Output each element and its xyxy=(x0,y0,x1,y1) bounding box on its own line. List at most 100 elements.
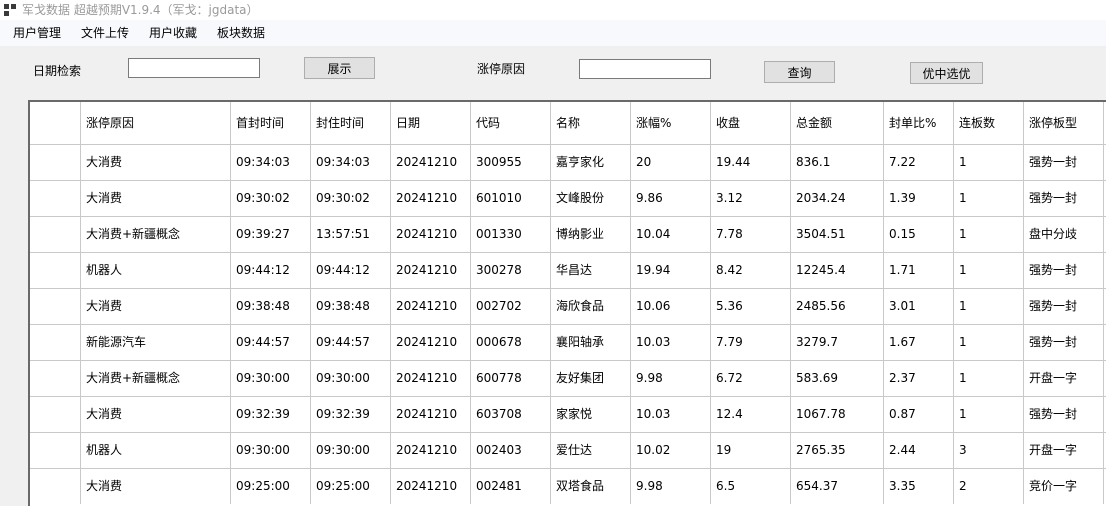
row-header[interactable] xyxy=(30,253,81,288)
cell-code[interactable]: 601010 xyxy=(471,181,551,216)
cell-change-pct[interactable]: 19.94 xyxy=(631,253,711,288)
table-row[interactable]: 大消费 09:38:48 09:38:48 20241210 002702 海欣食品 10.… xyxy=(30,288,1106,324)
cell-streak[interactable]: 1 xyxy=(954,289,1024,324)
cell-close[interactable]: 8.42 xyxy=(711,253,791,288)
cell-reason[interactable]: 大消费 xyxy=(81,289,231,324)
cell-change-pct[interactable]: 10.03 xyxy=(631,325,711,360)
cell-close[interactable]: 5.36 xyxy=(711,289,791,324)
table-row[interactable]: 大消费 09:32:39 09:32:39 20241210 603708 家家悦 10.0… xyxy=(30,396,1106,432)
column-header-board-type[interactable]: 涨停板型 xyxy=(1024,102,1104,144)
cell-amount[interactable]: 3279.7 xyxy=(791,325,884,360)
cell-date[interactable]: 20241210 xyxy=(391,289,471,324)
cell-seal-time[interactable]: 09:44:12 xyxy=(311,253,391,288)
cell-reason[interactable]: 大消费+新疆概念 xyxy=(81,217,231,252)
cell-amount[interactable]: 2485.56 xyxy=(791,289,884,324)
cell-change-pct[interactable]: 9.98 xyxy=(631,469,711,504)
cell-streak[interactable]: 2 xyxy=(954,469,1024,504)
limit-reason-input[interactable] xyxy=(579,59,711,79)
cell-amount[interactable]: 3504.51 xyxy=(791,217,884,252)
cell-reason[interactable]: 大消费+新疆概念 xyxy=(81,361,231,396)
cell-seal-time[interactable]: 09:34:03 xyxy=(311,145,391,180)
cell-seal-time[interactable]: 13:57:51 xyxy=(311,217,391,252)
cell-board-type[interactable]: 强势一封 xyxy=(1024,253,1104,288)
table-row[interactable]: 机器人 09:44:12 09:44:12 20241210 300278 华昌达 19.9… xyxy=(30,252,1106,288)
row-header[interactable] xyxy=(30,397,81,432)
cell-seal-ratio[interactable]: 1.71 xyxy=(884,253,954,288)
cell-seal-time[interactable]: 09:25:00 xyxy=(311,469,391,504)
cell-name[interactable]: 家家悦 xyxy=(551,397,631,432)
menu-user-management[interactable]: 用户管理 xyxy=(13,25,61,41)
cell-first-seal-time[interactable]: 09:38:48 xyxy=(231,289,311,324)
table-row[interactable]: 大消费+新疆概念 09:30:00 09:30:00 20241210 600778 友好… xyxy=(30,360,1106,396)
table-row[interactable]: 新能源汽车 09:44:57 09:44:57 20241210 000678 襄阳轴承 1… xyxy=(30,324,1106,360)
cell-close[interactable]: 19 xyxy=(711,433,791,468)
cell-amount[interactable]: 12245.4 xyxy=(791,253,884,288)
cell-name[interactable]: 海欣食品 xyxy=(551,289,631,324)
cell-seal-time[interactable]: 09:30:00 xyxy=(311,433,391,468)
cell-date[interactable]: 20241210 xyxy=(391,397,471,432)
cell-board-type[interactable]: 盘中分歧 xyxy=(1024,217,1104,252)
cell-code[interactable]: 002702 xyxy=(471,289,551,324)
stock-data-grid[interactable]: 涨停原因 首封时间 封住时间 日期 代码 名称 涨幅% 收盘 总金额 封单比% 连板数 涨停板型 大消… xyxy=(28,100,1106,506)
cell-seal-time[interactable]: 09:30:00 xyxy=(311,361,391,396)
cell-reason[interactable]: 大消费 xyxy=(81,181,231,216)
cell-amount[interactable]: 836.1 xyxy=(791,145,884,180)
cell-date[interactable]: 20241210 xyxy=(391,469,471,504)
row-header[interactable] xyxy=(30,433,81,468)
cell-board-type[interactable]: 强势一封 xyxy=(1024,181,1104,216)
cell-change-pct[interactable]: 10.03 xyxy=(631,397,711,432)
cell-board-type[interactable]: 竞价一字 xyxy=(1024,469,1104,504)
column-header-streak[interactable]: 连板数 xyxy=(954,102,1024,144)
cell-amount[interactable]: 654.37 xyxy=(791,469,884,504)
cell-code[interactable]: 002481 xyxy=(471,469,551,504)
table-row[interactable]: 大消费 09:25:00 09:25:00 20241210 002481 双塔食品 9.9… xyxy=(30,468,1106,504)
cell-change-pct[interactable]: 10.02 xyxy=(631,433,711,468)
date-search-input[interactable] xyxy=(128,58,260,78)
cell-date[interactable]: 20241210 xyxy=(391,181,471,216)
cell-date[interactable]: 20241210 xyxy=(391,253,471,288)
cell-close[interactable]: 12.4 xyxy=(711,397,791,432)
cell-date[interactable]: 20241210 xyxy=(391,145,471,180)
cell-seal-time[interactable]: 09:38:48 xyxy=(311,289,391,324)
cell-code[interactable]: 300278 xyxy=(471,253,551,288)
cell-seal-time[interactable]: 09:30:02 xyxy=(311,181,391,216)
menu-file-upload[interactable]: 文件上传 xyxy=(81,25,129,41)
row-header[interactable] xyxy=(30,181,81,216)
cell-board-type[interactable]: 开盘一字 xyxy=(1024,361,1104,396)
cell-seal-ratio[interactable]: 7.22 xyxy=(884,145,954,180)
cell-reason[interactable]: 机器人 xyxy=(81,253,231,288)
cell-close[interactable]: 3.12 xyxy=(711,181,791,216)
column-header-close[interactable]: 收盘 xyxy=(711,102,791,144)
column-header-change-pct[interactable]: 涨幅% xyxy=(631,102,711,144)
cell-first-seal-time[interactable]: 09:30:02 xyxy=(231,181,311,216)
cell-name[interactable]: 爱仕达 xyxy=(551,433,631,468)
table-row[interactable]: 机器人 09:30:00 09:30:00 20241210 002403 爱仕达 10.0… xyxy=(30,432,1106,468)
cell-streak[interactable]: 1 xyxy=(954,253,1024,288)
cell-name[interactable]: 襄阳轴承 xyxy=(551,325,631,360)
row-header[interactable] xyxy=(30,217,81,252)
row-header[interactable] xyxy=(30,469,81,504)
cell-date[interactable]: 20241210 xyxy=(391,433,471,468)
column-header-seal-time[interactable]: 封住时间 xyxy=(311,102,391,144)
cell-change-pct[interactable]: 10.06 xyxy=(631,289,711,324)
row-header[interactable] xyxy=(30,361,81,396)
cell-code[interactable]: 603708 xyxy=(471,397,551,432)
column-header-date[interactable]: 日期 xyxy=(391,102,471,144)
cell-streak[interactable]: 1 xyxy=(954,181,1024,216)
cell-name[interactable]: 友好集团 xyxy=(551,361,631,396)
cell-change-pct[interactable]: 20 xyxy=(631,145,711,180)
cell-seal-ratio[interactable]: 2.44 xyxy=(884,433,954,468)
cell-code[interactable]: 000678 xyxy=(471,325,551,360)
cell-change-pct[interactable]: 10.04 xyxy=(631,217,711,252)
cell-first-seal-time[interactable]: 09:44:12 xyxy=(231,253,311,288)
cell-board-type[interactable]: 强势一封 xyxy=(1024,325,1104,360)
cell-board-type[interactable]: 强势一封 xyxy=(1024,289,1104,324)
cell-first-seal-time[interactable]: 09:30:00 xyxy=(231,361,311,396)
cell-seal-ratio[interactable]: 0.15 xyxy=(884,217,954,252)
cell-close[interactable]: 6.5 xyxy=(711,469,791,504)
cell-reason[interactable]: 大消费 xyxy=(81,397,231,432)
cell-date[interactable]: 20241210 xyxy=(391,217,471,252)
cell-reason[interactable]: 机器人 xyxy=(81,433,231,468)
cell-reason[interactable]: 大消费 xyxy=(81,145,231,180)
cell-name[interactable]: 博纳影业 xyxy=(551,217,631,252)
